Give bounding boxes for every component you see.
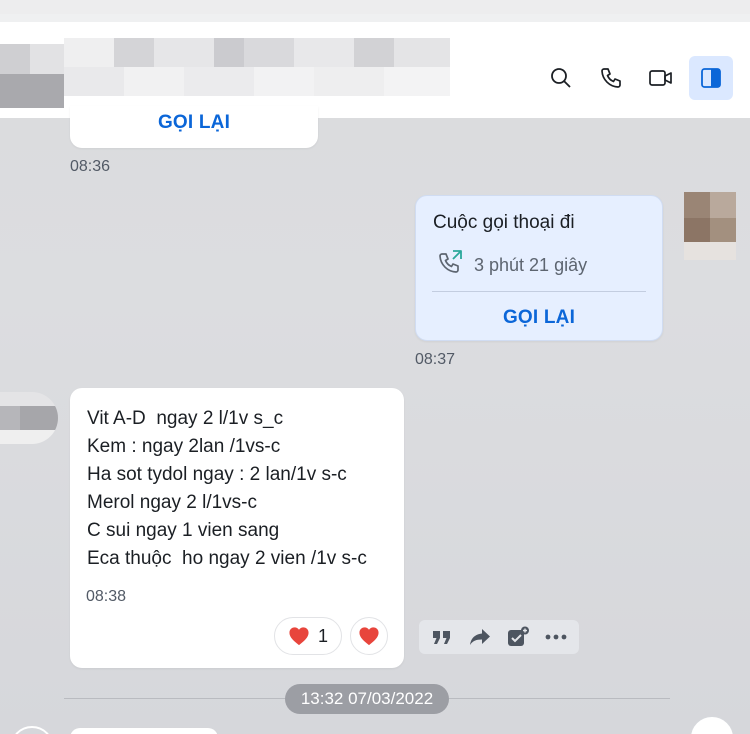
sender-avatar[interactable]: [0, 392, 58, 444]
chat-header: [0, 14, 750, 118]
reaction-count: 1: [317, 625, 328, 646]
message-line: Ha sot tydol ngay : 2 lan/1v s-c: [87, 464, 347, 485]
heart-icon: [289, 627, 309, 646]
quote-button[interactable]: [431, 626, 453, 648]
card-divider: [432, 291, 646, 292]
message-time: 08:37: [415, 351, 456, 368]
window-top-strip: [0, 0, 750, 14]
message-time: 08:38: [86, 588, 127, 605]
search-icon: [551, 68, 571, 88]
callback-button[interactable]: GỌI LẠI: [416, 307, 662, 329]
previous-callback-button[interactable]: GỌI LẠI: [70, 112, 318, 134]
video-call-button[interactable]: [639, 56, 683, 100]
message-line: Merol ngay 2 l/1vs-c: [87, 492, 258, 513]
quote-icon: [433, 631, 450, 644]
message-line: C sui ngay 1 vien sang: [87, 520, 280, 541]
outgoing-call-icon: [439, 250, 462, 273]
next-message-bubble: [70, 728, 218, 734]
add-task-button[interactable]: [507, 626, 529, 648]
scroll-down-button[interactable]: [690, 716, 734, 734]
contact-name-redacted[interactable]: [64, 38, 450, 96]
more-button[interactable]: [545, 626, 567, 648]
voice-call-button[interactable]: [589, 56, 633, 100]
message-line: Vit A-D ngay 2 l/1v s_c: [87, 408, 284, 429]
call-duration: 3 phút 21 giây: [474, 255, 588, 275]
message-text: Vit A-D ngay 2 l/1v s_c Kem : ngay 2lan …: [87, 405, 367, 573]
message-line: Eca thuộc ho ngay 2 vien /1v s-c: [87, 548, 367, 569]
heart-icon: [359, 627, 379, 646]
contact-avatar[interactable]: [0, 44, 64, 108]
my-avatar[interactable]: [684, 192, 736, 260]
message-action-bar: [419, 620, 579, 654]
outgoing-call-card: Cuộc gọi thoại đi 3 phút 21 giây GỌI LẠI: [415, 195, 663, 341]
video-icon: [649, 70, 672, 86]
phone-icon: [601, 68, 621, 88]
message-line: Kem : ngay 2lan /1vs-c: [87, 436, 281, 457]
forward-icon: [470, 629, 490, 645]
message-time: 08:36: [70, 158, 111, 175]
search-button[interactable]: [539, 56, 583, 100]
react-button[interactable]: [350, 617, 388, 655]
task-add-icon: [508, 626, 529, 646]
date-separator: 13:32 07/03/2022: [285, 684, 449, 714]
previous-call-card: GỌI LẠI: [70, 106, 318, 148]
call-title: Cuộc gọi thoại đi: [433, 212, 575, 233]
prescription-message: Vit A-D ngay 2 l/1v s_c Kem : ngay 2lan …: [70, 388, 404, 668]
sidebar-toggle-button[interactable]: [689, 56, 733, 100]
forward-button[interactable]: [469, 626, 491, 648]
more-icon: [545, 634, 567, 640]
sidebar-toggle-icon: [701, 68, 721, 88]
reaction-summary[interactable]: 1: [274, 617, 342, 655]
next-avatar[interactable]: [10, 726, 54, 734]
